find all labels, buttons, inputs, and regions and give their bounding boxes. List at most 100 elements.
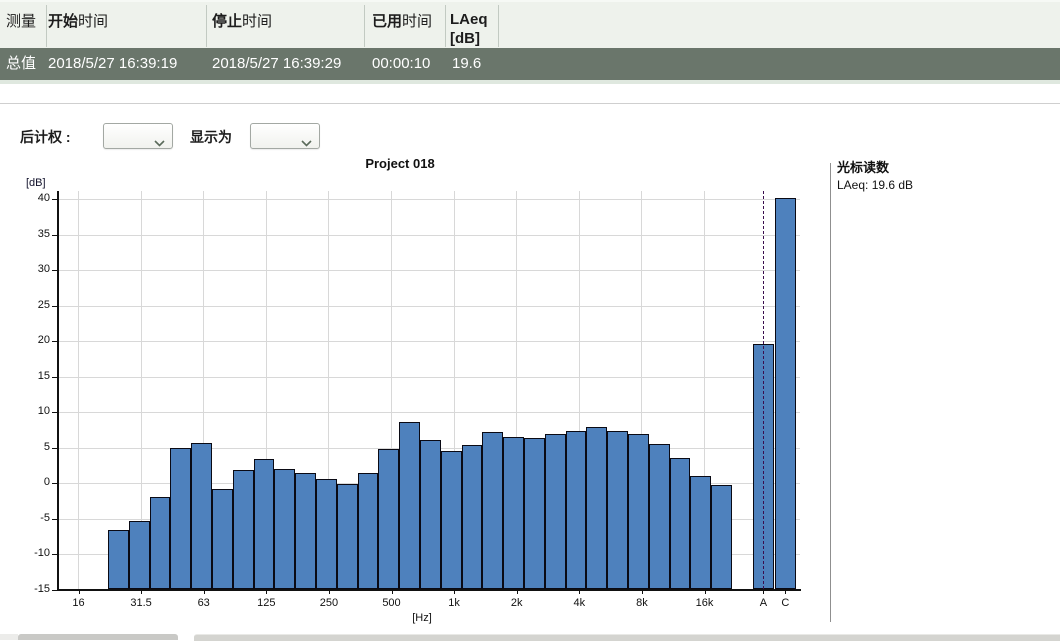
bar-125[interactable] [254, 459, 275, 590]
bar-40[interactable] [150, 497, 171, 590]
horizontal-gridline [58, 412, 800, 413]
bar-25[interactable] [108, 530, 129, 590]
x-tick [785, 590, 786, 594]
bar-400[interactable] [358, 473, 379, 589]
bar-500[interactable] [378, 449, 399, 589]
bar-160[interactable] [274, 469, 295, 589]
y-tick-label: 25 [18, 299, 50, 311]
col-header-start-time: 开始时间 [48, 10, 108, 31]
x-tick-label: 31.5 [119, 597, 163, 609]
column-separator [46, 5, 47, 47]
bar-1.25k[interactable] [462, 445, 483, 589]
bar-2.5k[interactable] [524, 438, 545, 590]
y-tick-label: -15 [18, 583, 50, 595]
bar-80[interactable] [212, 489, 233, 589]
bar-315[interactable] [337, 484, 358, 589]
chevron-down-icon [301, 134, 312, 152]
chevron-down-icon [154, 134, 165, 152]
x-tick [454, 590, 455, 594]
y-tick-label: 30 [18, 263, 50, 275]
bar-10k[interactable] [649, 444, 670, 589]
post-weighting-label: 后计权 : [20, 127, 71, 147]
y-tick-label: 15 [18, 370, 50, 382]
x-tick-label: 500 [370, 597, 414, 609]
x-tick [141, 590, 142, 594]
bar-50[interactable] [170, 448, 191, 590]
bar-16k[interactable] [690, 476, 711, 589]
bottom-tab-left[interactable] [18, 634, 178, 640]
bar-800[interactable] [420, 440, 441, 589]
bar-20k[interactable] [711, 485, 732, 590]
cursor-readout-value: LAeq: 19.6 dB [837, 178, 913, 192]
cell-laeq-value: 19.6 [452, 48, 481, 80]
spectrum-chart: 4035302520151050-5-10-151631.56312525050… [0, 0, 1060, 640]
x-tick-label: A [741, 597, 785, 609]
x-tick-label: 125 [244, 597, 288, 609]
panel-divider [830, 163, 831, 622]
row-underline [0, 80, 1060, 84]
col-header-laeq: LAeq[dB] [450, 10, 488, 48]
x-tick [642, 590, 643, 594]
col-header-stop-time: 停止时间 [212, 10, 272, 31]
post-weighting-select[interactable] [103, 123, 173, 149]
app-window: { "table": { "columns": [ {"label": "测量"… [0, 0, 1060, 640]
bar-1k[interactable] [441, 451, 462, 590]
y-tick-label: 40 [18, 192, 50, 204]
y-tick-label: 10 [18, 405, 50, 417]
bar-630[interactable] [399, 422, 420, 590]
y-tick-label: 0 [18, 476, 50, 488]
y-tick-label: -10 [18, 547, 50, 559]
bar-2k[interactable] [503, 437, 524, 590]
horizontal-gridline [58, 270, 800, 271]
y-axis-unit-label: [dB] [26, 177, 46, 189]
x-tick-label: 16 [57, 597, 101, 609]
bar-C[interactable] [775, 198, 796, 589]
horizontal-gridline [58, 199, 800, 200]
bar-12.5k[interactable] [670, 458, 691, 590]
cursor-readout-title: 光标读数 [837, 157, 889, 176]
bar-5k[interactable] [586, 427, 607, 589]
horizontal-gridline [58, 306, 800, 307]
x-tick-label: 250 [307, 597, 351, 609]
x-tick [517, 590, 518, 594]
measurement-table-header: 测量 开始时间 停止时间 已用时间 LAeq[dB] [0, 0, 1060, 50]
bar-250[interactable] [316, 479, 337, 589]
y-tick-label: 20 [18, 334, 50, 346]
x-tick [763, 590, 764, 594]
bar-100[interactable] [233, 470, 254, 590]
x-tick [705, 590, 706, 594]
col-header-elapsed-time: 已用时间 [372, 10, 432, 31]
y-tick-label: -5 [18, 512, 50, 524]
section-divider [0, 103, 1060, 104]
table-row-total[interactable]: 总值 2018/5/27 16:39:19 2018/5/27 16:39:29… [0, 48, 1060, 80]
column-separator [364, 5, 365, 47]
bar-1.6k[interactable] [482, 432, 503, 589]
x-tick [392, 590, 393, 594]
x-tick [266, 590, 267, 594]
bar-4k[interactable] [566, 431, 587, 590]
y-tick-label: 5 [18, 441, 50, 453]
horizontal-gridline [58, 235, 800, 236]
bar-6.3k[interactable] [607, 431, 628, 590]
bottom-strip-corner [0, 634, 18, 640]
bar-63[interactable] [191, 443, 212, 590]
horizontal-gridline [58, 377, 800, 378]
display-as-select[interactable] [250, 123, 320, 149]
x-tick-label: 2k [495, 597, 539, 609]
cell-stop-time: 2018/5/27 16:39:29 [212, 48, 341, 80]
chart-title: Project 018 [320, 156, 480, 171]
bar-3.15k[interactable] [545, 434, 566, 590]
bar-8k[interactable] [628, 434, 649, 589]
x-tick-label: 4k [557, 597, 601, 609]
x-tick [579, 590, 580, 594]
x-tick [329, 590, 330, 594]
bar-200[interactable] [295, 473, 316, 590]
cell-elapsed-time: 00:00:10 [372, 48, 430, 80]
display-as-label: 显示为 [190, 127, 232, 147]
bar-31.5[interactable] [129, 521, 150, 589]
x-tick [204, 590, 205, 594]
chart-cursor-line[interactable] [763, 191, 764, 589]
column-separator [445, 5, 446, 47]
horizontal-gridline [58, 341, 800, 342]
x-axis-line [57, 589, 801, 591]
